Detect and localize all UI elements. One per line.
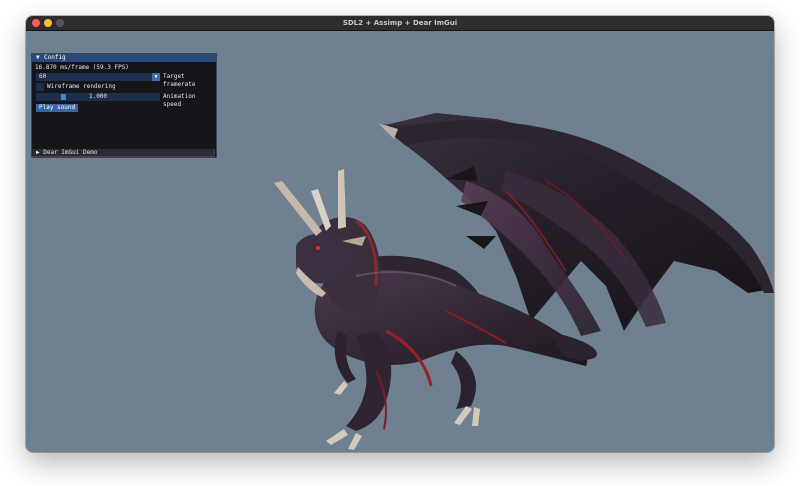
animation-speed-label: Animation speed [163,93,196,108]
render-viewport[interactable]: ▼ Config 16.870 ms/frame (59.3 FPS) 60 ▼ … [26,31,774,452]
play-sound-button[interactable]: Play sound [36,104,79,112]
collapse-arrow-icon[interactable]: ▼ [36,54,44,62]
animation-speed-value: 1.000 [88,93,108,100]
fps-readout: 16.870 ms/frame (59.3 FPS) [35,64,129,71]
config-panel-titlebar[interactable]: ▼ Config [32,54,216,62]
wireframe-checkbox[interactable] [36,83,44,91]
title-bar[interactable]: SDL2 + Assimp + Dear ImGui [26,16,774,31]
config-panel: ▼ Config 16.870 ms/frame (59.3 FPS) 60 ▼ … [31,53,217,158]
demo-window-collapsed[interactable]: ▶ Dear ImGui Demo [31,149,215,157]
config-panel-title: Config [44,54,66,61]
animation-speed-slider[interactable]: 1.000 [36,93,160,101]
expand-arrow-icon[interactable]: ▶ [36,149,40,156]
demo-window-title: Dear ImGui Demo [43,149,98,156]
target-framerate-label: Target framerate [163,73,196,88]
wireframe-label: Wireframe rendering [47,83,116,90]
app-window: SDL2 + Assimp + Dear ImGui ▼ Config 16.8… [26,16,774,452]
window-title: SDL2 + Assimp + Dear ImGui [342,19,458,27]
combo-dropdown-arrow-icon[interactable]: ▼ [152,73,160,81]
target-framerate-combo[interactable]: 60 [36,73,159,81]
target-framerate-value: 60 [39,73,47,80]
